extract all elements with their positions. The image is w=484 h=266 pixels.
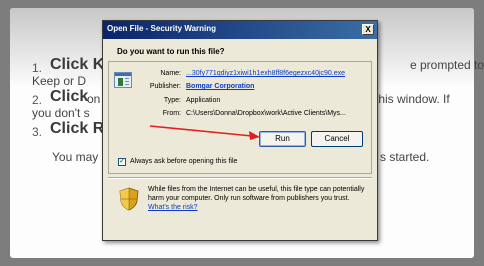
checkmark-icon: ✓ (119, 158, 125, 165)
dialog-divider (108, 177, 372, 179)
step-text-left: on (87, 92, 101, 106)
always-ask-label[interactable]: Always ask before opening this file (130, 158, 237, 165)
footer-text-left: You may (52, 150, 99, 164)
red-arrow-annotation (149, 125, 260, 140)
name-label: Name: (160, 70, 181, 77)
step-number: 3. (32, 125, 43, 139)
application-icon (114, 72, 132, 88)
dialog-titlebar[interactable]: Open File - Security Warning X (103, 21, 377, 39)
always-ask-checkbox[interactable]: ✓ (118, 158, 126, 166)
shield-icon (119, 187, 139, 211)
step-heading: Click (50, 88, 89, 105)
type-value: Application (186, 97, 221, 104)
cancel-button[interactable]: Cancel (311, 131, 363, 147)
footer-text-right: s started. (380, 150, 430, 164)
warning-text: While files from the Internet can be use… (148, 186, 365, 202)
dialog-question: Do you want to run this file? (117, 47, 225, 56)
file-name-link[interactable]: ...30fy771qdiyz1xiwi1h1exh8ff8f6egezxc40… (186, 70, 345, 77)
step-text: this window. If (375, 92, 450, 106)
from-label: From: (162, 110, 181, 117)
close-button[interactable]: X (362, 24, 374, 35)
step-text: e prompted to (410, 58, 484, 72)
type-label: Type: (163, 97, 181, 104)
from-value: C:\Users\Donna\Dropbox\work\Active Clien… (186, 110, 346, 117)
whats-the-risk-link[interactable]: What's the risk? (148, 204, 198, 211)
dialog-title: Open File - Security Warning (107, 24, 217, 33)
step-number: 2. (32, 93, 43, 107)
step-2-line-2: you don't s (32, 106, 90, 120)
step-number: 1. (32, 61, 43, 75)
step-1-line-2: Keep or D (32, 74, 87, 88)
publisher-label: Publisher: (149, 83, 181, 90)
warning-message: While files from the Internet can be use… (148, 185, 368, 212)
publisher-link[interactable]: Bomgar Corporation (186, 83, 254, 90)
